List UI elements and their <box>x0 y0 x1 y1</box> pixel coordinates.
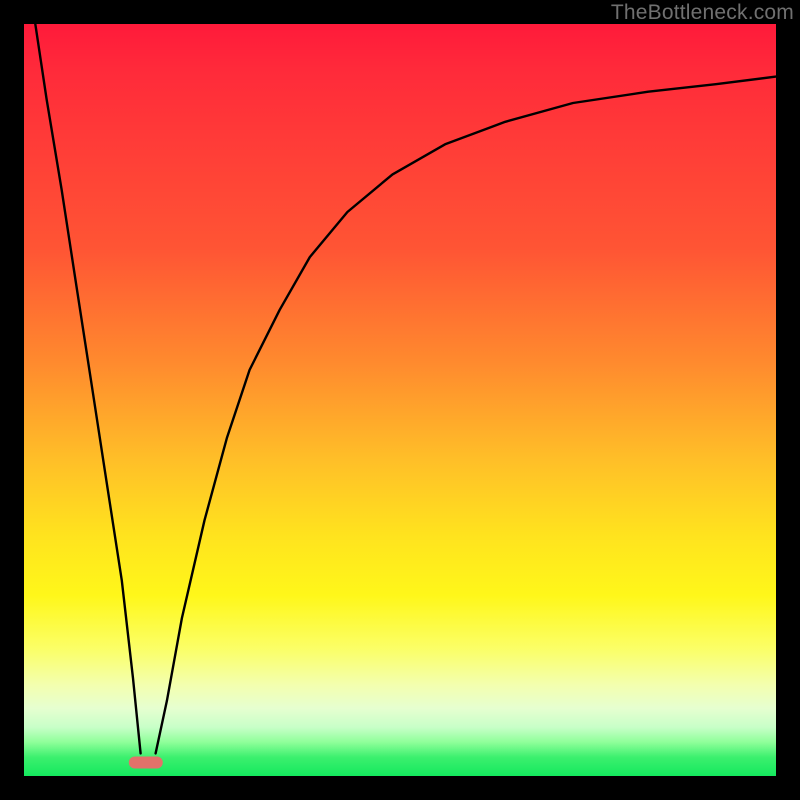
plot-area <box>24 24 776 776</box>
series-left-branch <box>35 24 140 753</box>
chart-frame: TheBottleneck.com <box>0 0 800 800</box>
series-right-branch <box>156 77 776 754</box>
chart-svg <box>24 24 776 776</box>
min-marker <box>129 757 163 769</box>
watermark-label: TheBottleneck.com <box>611 1 794 25</box>
